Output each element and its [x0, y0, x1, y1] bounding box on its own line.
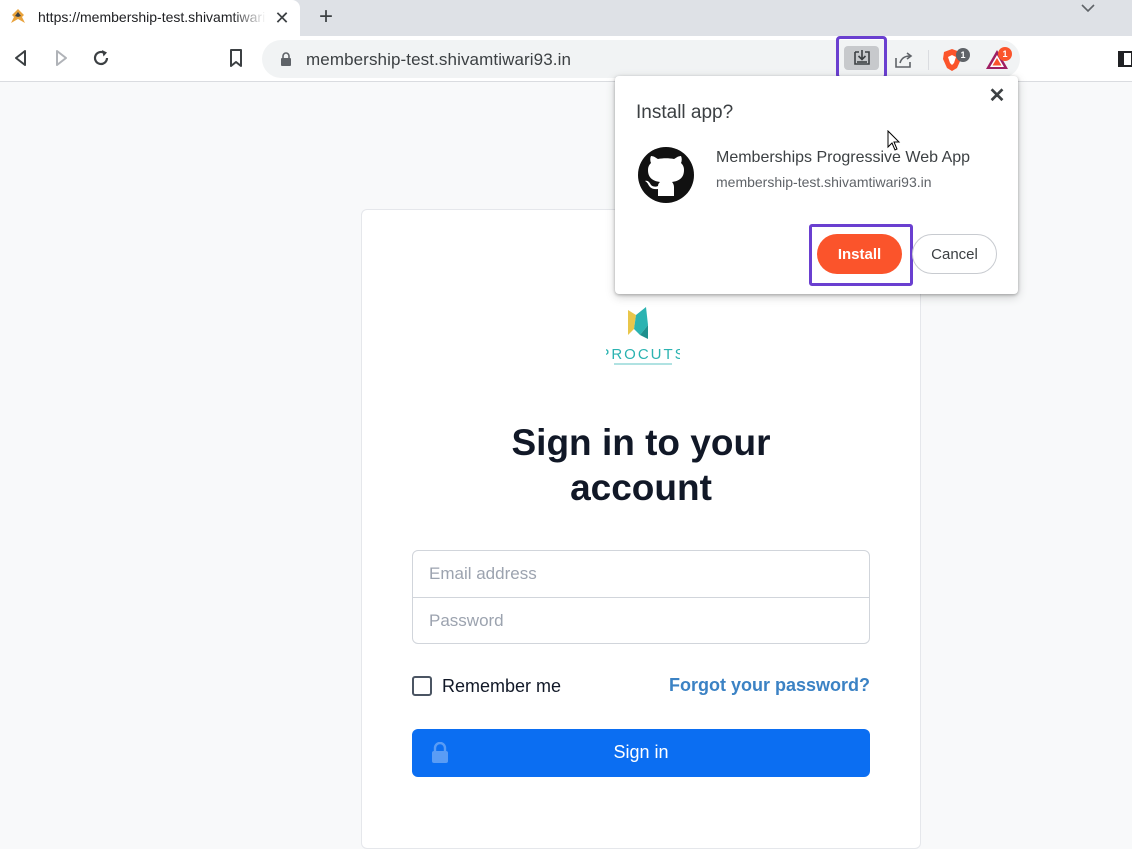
- browser-tab[interactable]: https://membership-test.shivamtiwari93.i…: [0, 0, 300, 36]
- forgot-password-link[interactable]: Forgot your password?: [669, 675, 870, 696]
- back-icon[interactable]: [8, 45, 34, 71]
- tab-close-icon[interactable]: ✕: [272, 8, 292, 28]
- sidebar-icon[interactable]: [1118, 50, 1132, 68]
- tab-title: https://membership-test.shivamtiwari93.i…: [38, 9, 266, 25]
- install-app-highlight: [836, 36, 887, 79]
- remember-checkbox[interactable]: [412, 676, 432, 696]
- brave-favicon-icon: [11, 9, 25, 23]
- lock-icon: [281, 52, 291, 66]
- email-field[interactable]: [413, 551, 869, 597]
- signin-label: Sign in: [613, 742, 669, 762]
- app-origin: membership-test.shivamtiwari93.in: [716, 174, 932, 190]
- app-name: Memberships Progressive Web App: [716, 149, 971, 166]
- share-icon[interactable]: [892, 48, 916, 72]
- github-icon: [638, 147, 694, 203]
- toolbar-divider: [928, 50, 929, 70]
- new-tab-icon[interactable]: +: [312, 4, 340, 32]
- rewards-count-badge: 1: [998, 47, 1012, 61]
- url-text: membership-test.shivamtiwari93.in: [306, 50, 571, 69]
- chevron-down-icon[interactable]: [1076, 0, 1100, 18]
- brave-shield-button[interactable]: 1: [940, 47, 970, 73]
- mouse-cursor-icon: [887, 130, 901, 151]
- signin-button[interactable]: Sign in: [412, 729, 870, 777]
- install-app-icon: [854, 50, 870, 65]
- tab-strip: https://membership-test.shivamtiwari93.i…: [0, 0, 1132, 36]
- password-field[interactable]: [413, 597, 869, 643]
- shield-count-badge: 1: [956, 48, 970, 62]
- close-icon[interactable]: ✕: [985, 84, 1009, 108]
- page-title-line1: Sign in to your: [511, 422, 771, 463]
- remember-label: Remember me: [442, 675, 562, 696]
- install-app-button[interactable]: [844, 46, 879, 70]
- page-title-line2: account: [570, 467, 712, 508]
- page-title: Sign in to your account: [362, 420, 920, 510]
- install-app-dialog: Install app? ✕ Memberships Progressive W…: [615, 76, 1018, 294]
- bookmark-icon[interactable]: [223, 45, 249, 71]
- cancel-button[interactable]: Cancel: [912, 234, 997, 274]
- logo-wordmark: PROCUTS: [606, 346, 680, 363]
- credentials-group: [412, 550, 870, 644]
- procuts-logo: PROCUTS: [606, 307, 680, 365]
- remember-me[interactable]: Remember me: [412, 675, 561, 697]
- reload-icon[interactable]: [88, 45, 114, 71]
- install-button[interactable]: Install: [817, 234, 902, 274]
- signin-card: PROCUTS Sign in to your account Remember…: [361, 209, 921, 849]
- forward-icon[interactable]: [48, 45, 74, 71]
- brave-rewards-button[interactable]: 1: [984, 47, 1016, 73]
- dialog-title: Install app?: [636, 102, 734, 123]
